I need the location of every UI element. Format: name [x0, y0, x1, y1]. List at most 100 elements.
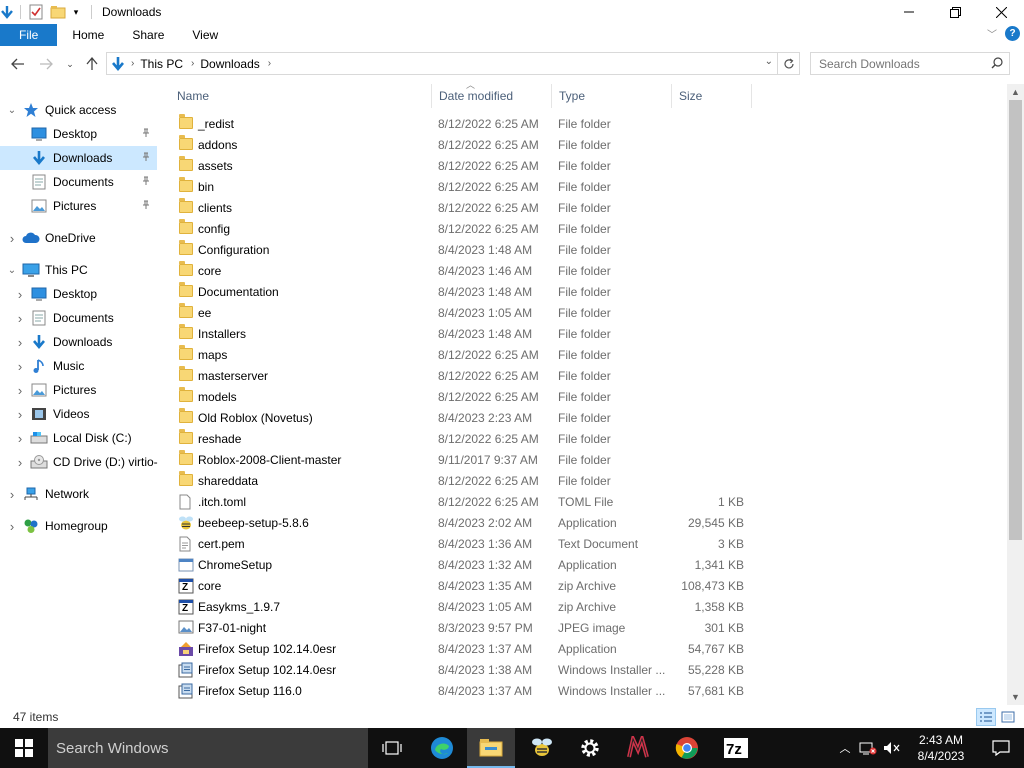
chevron-right-icon[interactable]: › [131, 58, 134, 69]
file-row[interactable]: config 8/12/2022 6:25 AM File folder [170, 218, 760, 239]
nav-item-pictures[interactable]: Pictures [0, 194, 157, 218]
minimize-button[interactable] [886, 0, 932, 24]
tab-share[interactable]: Share [118, 24, 178, 46]
address-bar[interactable]: › This PC › Downloads › ⌄ [106, 52, 778, 75]
nav-item-desktop[interactable]: › Desktop [0, 282, 157, 306]
notifications-icon[interactable] [978, 740, 1024, 756]
pin-icon[interactable] [141, 152, 151, 165]
search-input[interactable] [819, 56, 984, 71]
file-row[interactable]: .itch.toml 8/12/2022 6:25 AM TOML File 1 KB [170, 491, 760, 512]
customize-qat-icon[interactable]: ▾ [67, 3, 85, 21]
nav-item-downloads[interactable]: Downloads [0, 146, 157, 170]
nav-item-pictures[interactable]: › Pictures [0, 378, 157, 402]
breadcrumb-downloads[interactable]: Downloads [200, 57, 259, 71]
file-row[interactable]: models 8/12/2022 6:25 AM File folder [170, 386, 760, 407]
clock[interactable]: 2:43 AM 8/4/2023 [904, 732, 978, 764]
chevron-right-icon[interactable]: › [6, 231, 18, 246]
chevron-right-icon[interactable]: › [14, 335, 26, 350]
file-row[interactable]: Old Roblox (Novetus) 8/4/2023 2:23 AM File… [170, 407, 760, 428]
forward-button[interactable] [36, 54, 56, 74]
nav-item-network[interactable]: › Network [0, 482, 157, 506]
chevron-right-icon[interactable]: › [14, 359, 26, 374]
file-row[interactable]: _redist 8/12/2022 6:25 AM File folder [170, 113, 760, 134]
file-row[interactable]: bin 8/12/2022 6:25 AM File folder [170, 176, 760, 197]
expand-ribbon-icon[interactable]: ﹀ [987, 26, 997, 41]
nav-item-onedrive[interactable]: › OneDrive [0, 226, 157, 250]
column-size[interactable]: Size [672, 84, 752, 108]
task-view-icon[interactable] [368, 728, 416, 768]
pin-icon[interactable] [141, 128, 151, 141]
file-row[interactable]: masterserver 8/12/2022 6:25 AM File folder [170, 365, 760, 386]
chrome-icon[interactable] [663, 728, 711, 768]
chevron-right-icon[interactable]: › [14, 311, 26, 326]
scroll-down-icon[interactable]: ▼ [1007, 689, 1024, 705]
beebeep-icon[interactable] [518, 728, 566, 768]
nav-item-cd-drive-d-virtio[interactable]: › CD Drive (D:) virtio- [0, 450, 158, 474]
file-row[interactable]: F37-01-night 8/3/2023 9:57 PM JPEG image 30… [170, 617, 760, 638]
back-button[interactable] [8, 54, 28, 74]
file-row[interactable]: Configuration 8/4/2023 1:48 AM File folder [170, 239, 760, 260]
nav-item-desktop[interactable]: Desktop [0, 122, 157, 146]
chevron-right-icon[interactable]: › [14, 287, 26, 302]
nav-item-this-pc[interactable]: ⌄ This PC [0, 258, 157, 282]
file-row[interactable]: Z Easykms_1.9.7 8/4/2023 1:05 AM zip Archiv… [170, 596, 760, 617]
file-row[interactable]: Firefox Setup 102.14.0esr 8/4/2023 1:38 A… [170, 659, 760, 680]
file-row[interactable]: Firefox Setup 116.0 8/4/2023 1:37 AM Windo… [170, 680, 760, 701]
chevron-right-icon[interactable]: › [14, 407, 26, 422]
properties-icon[interactable] [27, 3, 45, 21]
file-row[interactable]: clients 8/12/2022 6:25 AM File folder [170, 197, 760, 218]
chevron-right-icon[interactable]: › [6, 487, 18, 502]
chevron-right-icon[interactable]: › [14, 455, 26, 470]
tab-home[interactable]: Home [57, 24, 118, 46]
column-name[interactable]: Name [170, 84, 432, 108]
arrow-down-icon[interactable] [0, 3, 14, 21]
network-status-icon[interactable] [856, 741, 880, 755]
nav-item-local-disk-c[interactable]: › Local Disk (C:) [0, 426, 157, 450]
file-row[interactable]: cert.pem 8/4/2023 1:36 AM Text Document 3 K… [170, 533, 760, 554]
chevron-right-icon[interactable]: › [14, 383, 26, 398]
vertical-scrollbar[interactable]: ▲ ▼ [1007, 84, 1024, 705]
new-folder-icon[interactable] [49, 3, 67, 21]
file-row[interactable]: shareddata 8/12/2022 6:25 AM File folder [170, 470, 760, 491]
nav-item-documents[interactable]: Documents [0, 170, 157, 194]
file-row[interactable]: maps 8/12/2022 6:25 AM File folder [170, 344, 760, 365]
chevron-right-icon[interactable]: › [268, 58, 271, 69]
nav-item-homegroup[interactable]: › Homegroup [0, 514, 157, 538]
file-row[interactable]: reshade 8/12/2022 6:25 AM File folder [170, 428, 760, 449]
file-explorer-icon[interactable] [467, 728, 515, 768]
file-row[interactable]: core 8/4/2023 1:46 AM File folder [170, 260, 760, 281]
novetus-icon[interactable] [614, 728, 662, 768]
taskbar-search-input[interactable]: Search Windows [56, 740, 169, 757]
file-row[interactable]: Roblox-2008-Client-master 9/11/2017 9:37 … [170, 449, 760, 470]
help-icon[interactable]: ? [1005, 26, 1020, 41]
tab-view[interactable]: View [178, 24, 232, 46]
file-row[interactable]: Installers 8/4/2023 1:48 AM File folder [170, 323, 760, 344]
file-row[interactable]: Documentation 8/4/2023 1:48 AM File folder [170, 281, 760, 302]
nav-item-music[interactable]: › Music [0, 354, 157, 378]
search-icon[interactable] [991, 57, 1003, 72]
chevron-down-icon[interactable]: ⌄ [6, 105, 18, 116]
close-button[interactable] [978, 0, 1024, 24]
chevron-right-icon[interactable]: › [14, 431, 26, 446]
7zip-icon[interactable]: 7z [712, 728, 760, 768]
scroll-up-icon[interactable]: ▲ [1007, 84, 1024, 100]
search-box[interactable] [810, 52, 1010, 75]
file-row[interactable]: ee 8/4/2023 1:05 AM File folder [170, 302, 760, 323]
nav-item-videos[interactable]: › Videos [0, 402, 157, 426]
settings-gear-icon[interactable] [566, 728, 614, 768]
file-row[interactable]: Firefox Setup 102.14.0esr 8/4/2023 1:37 A… [170, 638, 760, 659]
taskbar-search[interactable]: Search Windows [48, 728, 368, 768]
up-button[interactable] [82, 54, 102, 74]
chevron-down-icon[interactable]: ⌄ [6, 265, 18, 276]
chevron-right-icon[interactable]: › [191, 58, 194, 69]
volume-muted-icon[interactable] [880, 741, 904, 755]
pin-icon[interactable] [141, 200, 151, 213]
show-hidden-icons-icon[interactable]: ︿ [834, 740, 856, 756]
file-row[interactable]: addons 8/12/2022 6:25 AM File folder [170, 134, 760, 155]
details-view-icon[interactable] [976, 708, 996, 726]
nav-item-documents[interactable]: › Documents [0, 306, 157, 330]
nav-item-quick-access[interactable]: ⌄ Quick access [0, 98, 157, 122]
maximize-button[interactable] [932, 0, 978, 24]
refresh-button[interactable] [778, 52, 800, 75]
file-row[interactable]: Zcore 8/4/2023 1:35 AM zip Archive 108,473 … [170, 575, 760, 596]
